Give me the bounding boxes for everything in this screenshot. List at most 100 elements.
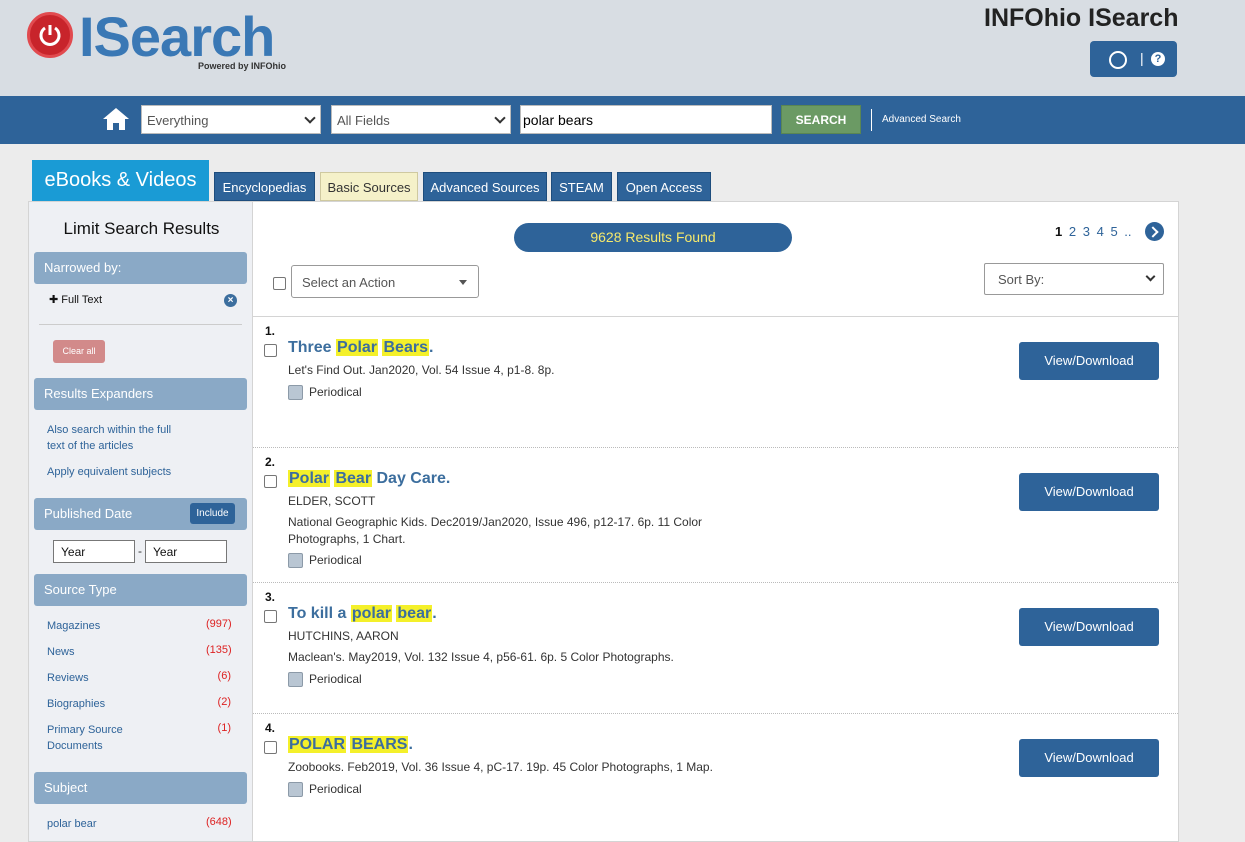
periodical-icon	[288, 385, 303, 401]
tab-basic-sources[interactable]: Basic Sources	[320, 172, 418, 201]
periodical-icon	[288, 672, 303, 688]
search-button[interactable]: SEARCH	[781, 105, 861, 134]
search-term-highlight: Bears	[382, 339, 429, 356]
search-input[interactable]: polar bears	[520, 105, 772, 134]
page-link[interactable]: 3	[1083, 224, 1090, 239]
advanced-search-link[interactable]: Advanced Search	[871, 109, 961, 131]
result-source: National Geographic Kids. Dec2019/Jan202…	[288, 515, 703, 546]
view-download-button[interactable]: View/Download	[1019, 473, 1159, 511]
periodical-icon	[288, 553, 303, 569]
result-author: HUTCHINS, AARON	[288, 629, 399, 643]
result-title[interactable]: POLAR BEARS.	[288, 736, 413, 754]
source-count: (2)	[217, 696, 231, 708]
source-reviews[interactable]: Reviews	[47, 670, 89, 686]
result-type: Periodical	[288, 672, 362, 688]
source-magazines[interactable]: Magazines	[47, 618, 100, 634]
source-type-heading[interactable]: Source Type	[34, 574, 247, 606]
result-number: 3.	[265, 590, 276, 604]
subject-polar-bear[interactable]: polar bear	[47, 816, 97, 832]
result-checkbox[interactable]	[264, 741, 277, 754]
sort-select[interactable]: Sort By:	[984, 263, 1164, 295]
source-biographies[interactable]: Biographies	[47, 696, 105, 712]
page-link[interactable]: 4	[1097, 224, 1104, 239]
action-value: Select an Action	[302, 275, 396, 290]
home-icon[interactable]	[101, 106, 131, 132]
limit-sidebar: Limit Search Results Narrowed by: ✚ Full…	[28, 201, 253, 842]
view-download-button[interactable]: View/Download	[1019, 608, 1159, 646]
tab-advanced-sources[interactable]: Advanced Sources	[423, 172, 547, 201]
remove-filter-icon[interactable]: ×	[224, 294, 237, 307]
clear-all-button[interactable]: Clear all	[53, 340, 105, 363]
tab-steam[interactable]: STEAM	[551, 172, 612, 201]
title-text: Three	[288, 339, 337, 356]
year-separator: -	[138, 544, 142, 558]
divider	[253, 713, 1178, 714]
tab-open-access[interactable]: Open Access	[617, 172, 711, 201]
result-type: Periodical	[288, 553, 362, 569]
help-icon[interactable]: ?	[1151, 52, 1165, 66]
result-title[interactable]: Polar Bear Day Care.	[288, 470, 450, 488]
source-news[interactable]: News	[47, 644, 75, 660]
expander-full-text[interactable]: Also search within the full text of the …	[47, 422, 187, 454]
subject-count: (648)	[206, 816, 232, 828]
result-title[interactable]: Three Polar Bears.	[288, 339, 433, 357]
site-header: ISearch Powered by INFOhio INFOhio ISear…	[0, 0, 1245, 96]
result-source: Let's Find Out. Jan2020, Vol. 54 Issue 4…	[288, 363, 555, 377]
chevron-down-icon	[1145, 271, 1156, 282]
tab-ebooks-videos[interactable]: eBooks & Videos	[32, 160, 209, 201]
result-type-label: Periodical	[309, 672, 362, 686]
scope-select[interactable]: Everything	[141, 105, 321, 134]
search-term-highlight: Polar	[288, 470, 331, 487]
chevron-down-icon	[494, 112, 506, 124]
divider	[39, 324, 242, 325]
source-primary-documents[interactable]: Primary Source Documents	[47, 722, 147, 754]
result-checkbox[interactable]	[264, 610, 277, 623]
narrowed-heading: Narrowed by:	[34, 252, 247, 284]
select-all-checkbox[interactable]	[273, 277, 286, 290]
search-term-highlight: polar	[350, 605, 392, 622]
expanders-heading[interactable]: Results Expanders	[34, 378, 247, 410]
field-select[interactable]: All Fields	[331, 105, 511, 134]
result-type-label: Periodical	[309, 553, 362, 567]
tab-encyclopedias[interactable]: Encyclopedias	[214, 172, 315, 201]
page-link[interactable]: 2	[1069, 224, 1076, 239]
results-panel: 9628 Results Found 1 2 3 4 5 .. Select a…	[252, 201, 1179, 842]
page-link[interactable]: 1	[1055, 224, 1062, 239]
page-link[interactable]: 5	[1110, 224, 1117, 239]
title-text: .	[432, 605, 437, 622]
result-checkbox[interactable]	[264, 344, 277, 357]
result-type: Periodical	[288, 385, 362, 401]
isearch-logo[interactable]: ISearch Powered by INFOhio	[27, 5, 297, 72]
result-source: Maclean's. May2019, Vol. 132 Issue 4, p5…	[288, 650, 674, 664]
title-text: .	[408, 736, 413, 753]
toolbar-separator: |	[1140, 50, 1144, 66]
result-title[interactable]: To kill a polar bear.	[288, 605, 437, 623]
include-button[interactable]: Include	[190, 503, 235, 524]
next-page-icon[interactable]	[1145, 222, 1164, 241]
source-count: (997)	[206, 618, 232, 630]
source-count: (6)	[217, 670, 231, 682]
site-title: INFOhio ISearch	[984, 4, 1179, 32]
subject-heading[interactable]: Subject	[34, 772, 247, 804]
search-bar: Everything All Fields polar bears SEARCH…	[0, 96, 1245, 144]
pagination: 1 2 3 4 5 ..	[1055, 224, 1135, 239]
result-number: 4.	[265, 721, 276, 735]
search-term-highlight: Bear	[334, 470, 373, 487]
field-value: All Fields	[337, 113, 390, 128]
utility-toolbar: | ?	[1090, 41, 1177, 77]
action-select[interactable]: Select an Action	[291, 265, 479, 298]
result-type-label: Periodical	[309, 782, 362, 796]
accessibility-icon[interactable]	[1109, 51, 1127, 69]
year-from-input[interactable]: Year	[53, 540, 135, 563]
view-download-button[interactable]: View/Download	[1019, 739, 1159, 777]
results-count-badge: 9628 Results Found	[514, 223, 792, 252]
title-text: .	[428, 339, 434, 356]
view-download-button[interactable]: View/Download	[1019, 342, 1159, 380]
result-checkbox[interactable]	[264, 475, 277, 488]
scope-value: Everything	[147, 113, 209, 128]
expander-equivalent-subjects[interactable]: Apply equivalent subjects	[47, 464, 171, 480]
year-to-input[interactable]: Year	[145, 540, 227, 563]
full-text-filter: ✚ Full Text	[49, 294, 103, 306]
divider	[253, 447, 1178, 448]
chevron-down-icon	[304, 112, 316, 124]
